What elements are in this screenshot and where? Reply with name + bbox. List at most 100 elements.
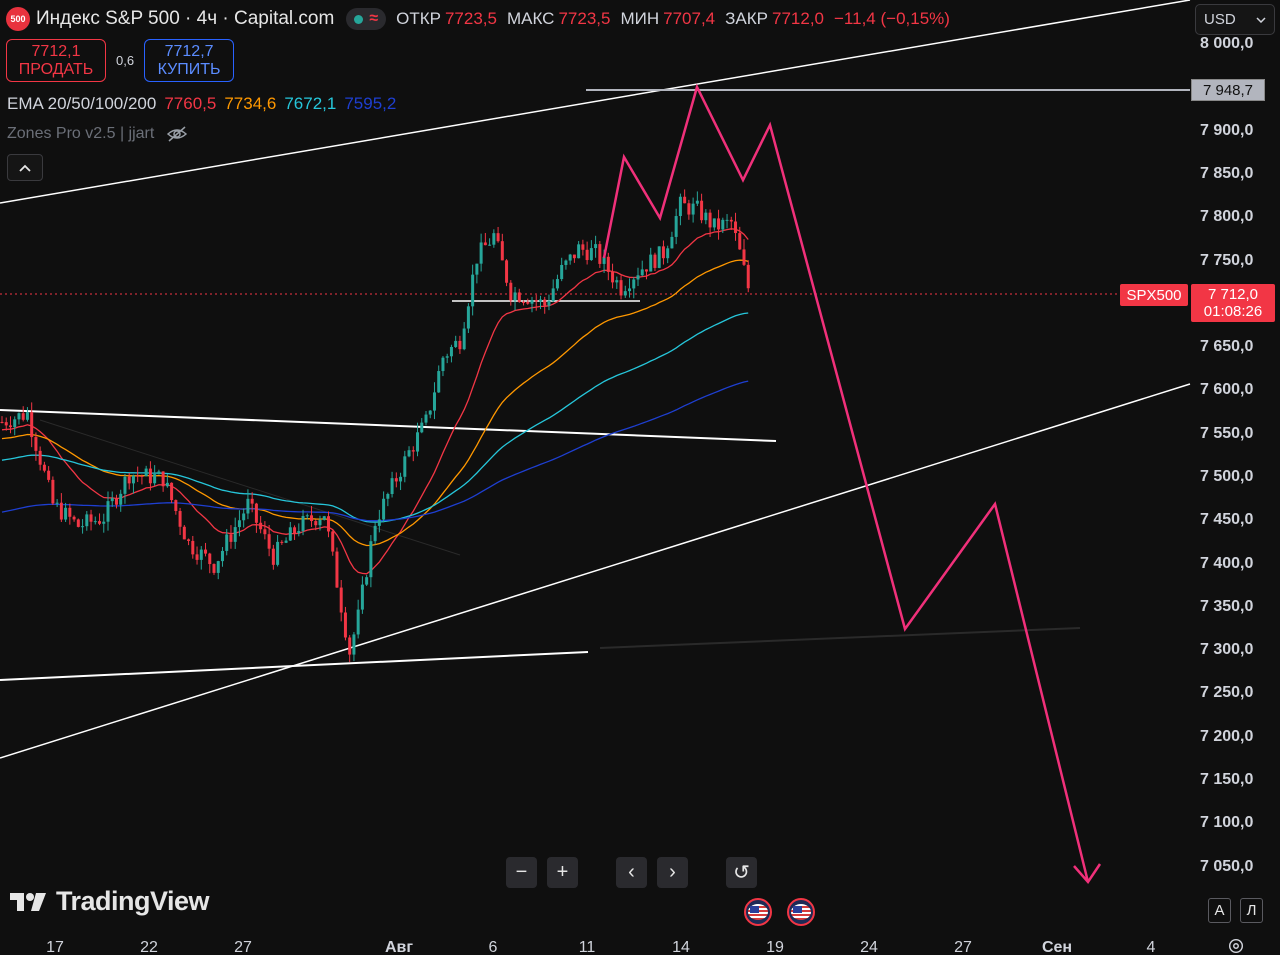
ohlc-close-label: ЗАКР	[725, 9, 768, 28]
candle-body	[98, 521, 102, 524]
candle-body	[127, 476, 131, 484]
candle-body	[568, 254, 572, 261]
ema-100-line	[1, 312, 749, 523]
candle-body	[670, 236, 674, 249]
candle-body	[674, 216, 678, 237]
candle-body	[411, 450, 415, 452]
candle-body	[661, 246, 665, 259]
projection-polyline[interactable]	[602, 83, 1090, 883]
candle-body	[585, 249, 589, 261]
zoom-in-button[interactable]: +	[547, 857, 578, 888]
candle-body	[131, 475, 135, 484]
scroll-left-button[interactable]: ‹	[616, 857, 647, 888]
candle-body	[335, 551, 339, 588]
candle-body	[68, 507, 72, 517]
candle-body	[13, 419, 17, 428]
chevron-up-icon	[19, 164, 31, 172]
candle-body	[394, 478, 398, 482]
reset-chart-button[interactable]: ↺	[726, 857, 757, 888]
symbol-logo-icon[interactable]: 500	[6, 7, 30, 31]
candle-body	[25, 412, 29, 420]
candle-body	[259, 522, 263, 530]
candle-body	[632, 279, 636, 289]
zoom-out-button[interactable]: −	[506, 857, 537, 888]
candle-body	[746, 264, 750, 289]
candle-body	[526, 302, 530, 304]
auto-scale-button[interactable]: A	[1208, 898, 1231, 923]
candle-body	[513, 292, 517, 301]
candle-body	[428, 410, 432, 415]
candle-body	[365, 577, 369, 585]
candle-body	[509, 282, 513, 301]
horizontal-line-price-label[interactable]: 7 948,7	[1191, 79, 1265, 101]
candle-body	[237, 520, 241, 528]
ema-legend[interactable]: EMA 20/50/100/200 7760,5 7734,6 7672,1 7…	[7, 94, 396, 114]
candle-body	[729, 219, 733, 222]
candle-body	[106, 501, 110, 522]
candle-body	[551, 288, 555, 301]
candle-body	[326, 516, 330, 532]
candle-body	[547, 300, 551, 306]
candle-body	[483, 242, 487, 246]
us-flag-event-icon[interactable]	[744, 898, 772, 926]
price-axis[interactable]: 8 000,0 7 900,0 7 850,0 7 800,0 7 750,0 …	[1195, 0, 1280, 930]
candle-body	[403, 456, 407, 477]
candle-body	[382, 498, 386, 520]
projection-path[interactable]	[602, 83, 1102, 885]
ohlc-low-label: МИН	[620, 9, 660, 28]
collapse-legend-button[interactable]	[7, 154, 43, 181]
price-tick: 7 850,0	[1200, 165, 1254, 182]
log-scale-button[interactable]: Л	[1240, 898, 1263, 923]
candle-body	[119, 493, 123, 505]
price-tick: 7 150,0	[1200, 771, 1254, 788]
scroll-right-button[interactable]: ›	[657, 857, 688, 888]
chart-canvas[interactable]	[0, 0, 1280, 955]
candle-body	[577, 244, 581, 259]
hidden-eye-icon[interactable]	[166, 126, 188, 142]
time-axis[interactable]: 17 22 27 Авг 6 11 14 19 24 27 Сен 4	[0, 930, 1280, 955]
ohlc-low-value: 7707,4	[663, 9, 716, 28]
candle-body	[369, 541, 373, 578]
candle-body	[712, 218, 716, 228]
candle-body	[42, 464, 46, 471]
candle-body	[250, 498, 254, 504]
zones-indicator-legend[interactable]: Zones Pro v2.5 | jjart	[7, 125, 188, 143]
last-price-value: 7 712,0	[1207, 286, 1259, 303]
candle-body	[687, 203, 691, 215]
candle-body	[225, 534, 229, 551]
buy-button[interactable]: 7712,7 КУПИТЬ	[144, 39, 235, 82]
candle-body	[581, 244, 585, 250]
candle-body	[280, 541, 284, 543]
candle-body	[114, 498, 118, 505]
ema-20-value: 7760,5	[164, 94, 217, 113]
candle-body	[89, 514, 93, 522]
market-open-dot-icon	[354, 14, 364, 24]
settings-gear-icon[interactable]	[1226, 937, 1246, 955]
candle-body	[212, 564, 216, 573]
candle-body	[700, 200, 704, 221]
candle-body	[76, 519, 80, 527]
candle-body	[623, 291, 627, 296]
candle-body	[64, 507, 68, 520]
candle-body	[598, 244, 602, 264]
support-line[interactable]	[0, 651, 589, 681]
resistance-line[interactable]	[0, 409, 777, 442]
time-tick: 22	[140, 939, 158, 955]
buy-label: КУПИТЬ	[157, 60, 221, 78]
market-status-pill[interactable]: ≈	[346, 8, 387, 30]
tradingview-logo-icon	[10, 892, 46, 911]
us-flag-event-icon[interactable]	[787, 898, 815, 926]
candle-body	[683, 196, 687, 204]
tradingview-logo[interactable]: TradingView	[10, 886, 210, 917]
price-tick: 7 650,0	[1200, 338, 1254, 355]
wave-icon: ≈	[369, 10, 379, 27]
price-tick: 7 100,0	[1200, 814, 1254, 831]
candle-body	[424, 414, 428, 423]
symbol-title[interactable]: Индекс S&P 500 · 4ч · Capital.com	[36, 8, 334, 30]
candle-body	[187, 539, 191, 541]
ema-100-value: 7672,1	[284, 94, 337, 113]
time-tick: 27	[954, 939, 972, 955]
candle-body	[611, 271, 615, 283]
sell-button[interactable]: 7712,1 ПРОДАТЬ	[6, 39, 106, 82]
trade-panel: 7712,1 ПРОДАТЬ 0,6 7712,7 КУПИТЬ	[6, 39, 235, 82]
